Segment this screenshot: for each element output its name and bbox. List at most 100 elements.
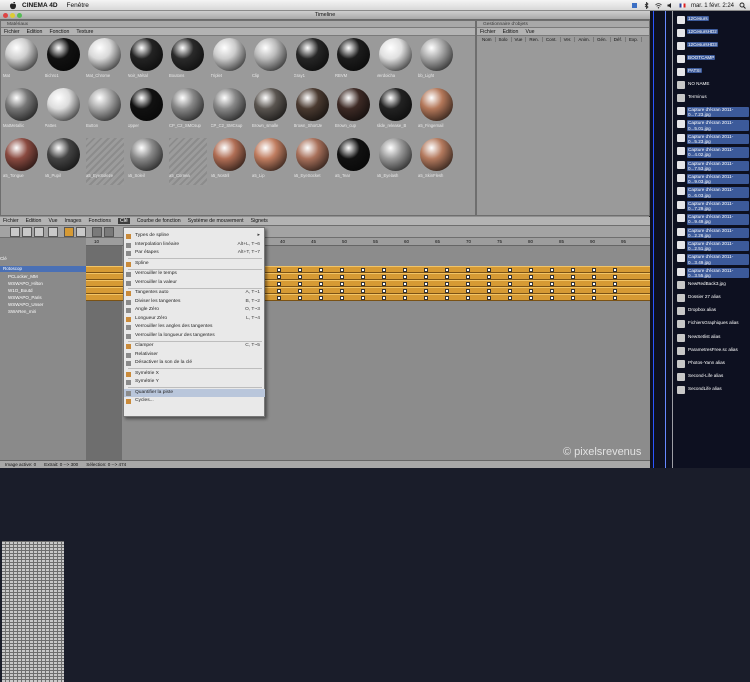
keyframe[interactable] [592,282,596,286]
desktop-item[interactable]: 12CesursHD3 [677,42,749,50]
keyframe[interactable] [613,282,617,286]
clock-text[interactable]: mar. 1 févr. 2:24 [691,3,734,9]
menu-item[interactable]: Longueur Zéro L, T~4 [124,315,265,323]
keyframe[interactable] [571,275,575,279]
menu-item[interactable]: Symétrie X [124,370,265,378]
keyframe[interactable] [403,282,407,286]
menu-item[interactable]: Quantifier la piste [124,388,265,397]
menu-item[interactable]: Types de spline ▸ [124,232,265,240]
zoom-icon[interactable] [17,13,22,18]
material-swatch[interactable]: Button [86,88,124,135]
track-row[interactable]: PCLocker_MM [0,274,86,280]
keyframe[interactable] [613,296,617,300]
material-swatch[interactable]: Clip [252,38,290,85]
keyframe[interactable] [277,275,281,279]
keyframe[interactable] [466,275,470,279]
scale-tool-icon[interactable] [76,227,86,237]
menu-item[interactable]: Relativiser [124,351,265,359]
keyframe[interactable] [340,296,344,300]
keyframe[interactable] [529,282,533,286]
timeline-menu-item[interactable]: Images [65,218,82,224]
timeline-menu-item[interactable]: Signets [251,218,268,224]
material-swatch[interactable]: a5_Tear [335,138,373,185]
keyframe[interactable] [319,282,323,286]
object-column-header[interactable]: Ver. [560,37,576,42]
motion-mode-icon[interactable] [34,227,44,237]
desktop-item[interactable]: SecondLife alias [677,386,749,394]
close-icon[interactable] [3,13,8,18]
keyframe[interactable] [445,275,449,279]
desktop-item[interactable]: Capture d'écran 2011-0...2.51.jpg [677,241,749,252]
keyframe[interactable] [298,296,302,300]
menu-item[interactable]: Désactiver la son de la clé [124,359,265,367]
keyframe[interactable] [592,268,596,272]
keyframe[interactable] [424,296,428,300]
menu-item[interactable]: Cycles... [124,397,265,405]
keyframe[interactable] [277,268,281,272]
keyframe[interactable] [277,296,281,300]
menu-item[interactable]: Verrouiller la longueur des tangentes [124,332,265,340]
dropbox-icon[interactable] [631,2,638,9]
menu-item[interactable]: Spline [124,260,265,268]
keyframe[interactable] [529,275,533,279]
material-swatch[interactable]: Pattes [45,88,83,135]
keyframe[interactable] [487,282,491,286]
material-swatch[interactable]: Upper [128,88,166,135]
material-swatch[interactable]: RBVM [335,38,373,85]
keyframe[interactable] [613,289,617,293]
keyframe[interactable] [298,268,302,272]
material-swatch[interactable]: Mat [3,38,41,85]
keyframe[interactable] [487,289,491,293]
keyframe[interactable] [424,289,428,293]
keyframe[interactable] [340,275,344,279]
keyframe[interactable] [445,296,449,300]
keyframe[interactable] [508,289,512,293]
minimize-icon[interactable] [10,13,15,18]
track-row[interactable]: SWARen_miri [0,309,86,315]
keyframe[interactable] [508,275,512,279]
material-menu-item[interactable]: Texture [76,29,93,35]
keyframe[interactable] [361,282,365,286]
keyframe[interactable] [529,289,533,293]
desktop-item[interactable]: FichiersGraphiques alias [677,320,749,329]
keyframe[interactable] [592,289,596,293]
object-column-header[interactable]: Ren. [525,37,543,42]
keyframe[interactable] [298,282,302,286]
keyframe[interactable] [361,268,365,272]
timeline-menu-item[interactable]: Vue [48,218,57,224]
keyframe[interactable] [466,296,470,300]
material-menu-item[interactable]: Edition [27,29,43,35]
keyframe[interactable] [487,268,491,272]
keyframe[interactable] [550,275,554,279]
keyframe[interactable] [277,282,281,286]
timeline-menu-item[interactable]: Courbe de fonction [137,218,181,224]
window-menu[interactable]: Fenêtre [67,2,89,9]
keyframe[interactable] [571,289,575,293]
keyframe[interactable] [319,289,323,293]
fcurve-mode-icon[interactable] [22,227,32,237]
desktop-item[interactable]: Second-Life alias [677,373,749,381]
menu-item[interactable]: Verrouiller le temps [124,270,265,278]
keyframe[interactable] [361,289,365,293]
material-swatch[interactable]: a5_EyeSoleze [86,138,124,185]
keyframe[interactable] [424,275,428,279]
material-swatch[interactable]: a5_EyeSocket [294,138,332,185]
keyframe[interactable] [550,289,554,293]
keyframe[interactable] [403,275,407,279]
object-column-header[interactable]: Nom [479,37,496,42]
bluetooth-icon[interactable] [643,1,650,10]
material-swatch[interactable]: Brown_ShortJe [294,88,332,135]
keyframe[interactable] [298,289,302,293]
volume-icon[interactable] [667,2,674,9]
material-swatch[interactable]: a5_Eyelash [377,138,415,185]
material-swatch[interactable]: a5_SkinFlesh [418,138,456,185]
keyframe[interactable] [340,282,344,286]
desktop-item[interactable]: BOOTCAMP [677,55,749,63]
material-swatch[interactable]: a5_Fingernail [418,88,456,135]
desktop-item[interactable]: NO NAME [677,81,749,89]
desktop-item[interactable]: Photos-Yann alias [677,360,749,368]
keyframe[interactable] [466,268,470,272]
desktop-item[interactable]: Capture d'écran 2011-0...6.03.jpg [677,187,749,198]
desktop-item[interactable]: Capture d'écran 2011-0...7.23.jpg [677,107,749,118]
keyframe[interactable] [403,296,407,300]
